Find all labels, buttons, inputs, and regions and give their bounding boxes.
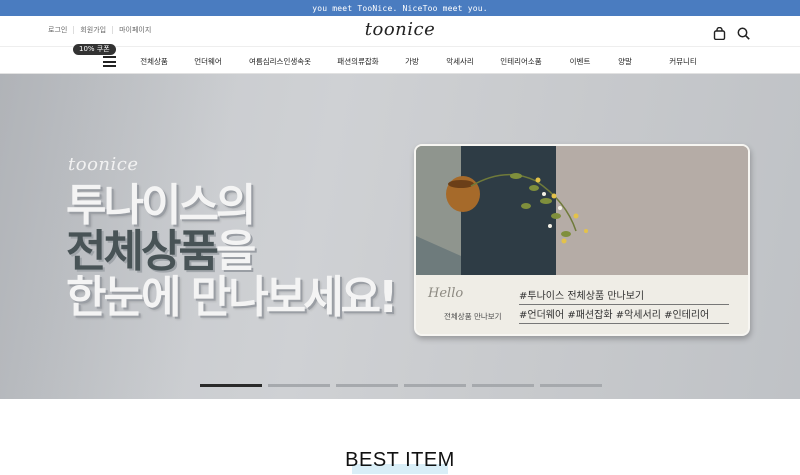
slide-pager	[200, 384, 602, 387]
announcement-text: you meet TooNice. NiceToo meet you.	[312, 3, 488, 13]
shopping-bag-icon[interactable]	[713, 25, 726, 41]
announcement-bar: you meet TooNice. NiceToo meet you.	[0, 0, 800, 16]
nav-item-event[interactable]: 이벤트	[570, 56, 591, 67]
hero-card[interactable]: Hello 전체상품 만나보기 #투나이스 전체상품 만나보기 #언더웨어 #패…	[414, 144, 750, 336]
nav-item-seamless[interactable]: 여름심리스인생속옷	[249, 56, 311, 67]
hero-headline-2: 전체상품을	[66, 226, 257, 277]
card-tag-2[interactable]: #언더웨어 #패션잡화 #악세서리 #인테리어	[519, 306, 729, 324]
main-nav: 10% 쿠폰 전체상품 언더웨어 여름심리스인생속옷 패션의류잡화 가방 악세사…	[0, 44, 800, 74]
nav-item-underwear[interactable]: 언더웨어	[194, 56, 222, 67]
slide-indicator-2[interactable]	[268, 384, 330, 387]
hero-headline-3: 한눈에 만나보세요!	[66, 272, 398, 323]
slide-indicator-5[interactable]	[472, 384, 534, 387]
card-tag-1[interactable]: #투나이스 전체상품 만나보기	[519, 287, 729, 305]
slide-indicator-6[interactable]	[540, 384, 602, 387]
hero-headline-2-dark: 전체상품	[66, 226, 219, 277]
site-header: 로그인 회원가입 마이페이지 toonice	[0, 16, 800, 46]
hero-headline-1: 투나이스의	[66, 180, 256, 231]
nav-item-all[interactable]: 전체상품	[140, 56, 168, 67]
header-icons	[713, 25, 750, 41]
search-icon[interactable]	[737, 25, 750, 40]
nav-item-socks[interactable]: 양말	[618, 56, 632, 67]
card-hello: Hello	[428, 286, 464, 301]
slide-indicator-3[interactable]	[336, 384, 398, 387]
hero-headline-2-light: 을	[215, 226, 257, 277]
section-title: BEST ITEM	[345, 449, 455, 471]
nav-item-interior[interactable]: 인테리어소품	[500, 56, 541, 67]
nav-item-fashion[interactable]: 패션의류잡화	[337, 56, 378, 67]
slide-indicator-1[interactable]	[200, 384, 262, 387]
hero-banner[interactable]: toonice 투나이스의 전체상품을 한눈에 만나보세요! Hello 전체상…	[0, 74, 800, 399]
plant-image	[416, 146, 748, 275]
nav-item-bags[interactable]: 가방	[405, 56, 419, 67]
site-logo[interactable]: toonice	[0, 19, 800, 40]
nav-item-accessories[interactable]: 악세사리	[446, 56, 474, 67]
hero-brand: toonice	[68, 154, 139, 175]
slide-indicator-4[interactable]	[404, 384, 466, 387]
card-subtitle: 전체상품 만나보기	[444, 312, 502, 321]
nav-item-community[interactable]: 커뮤니티	[669, 56, 697, 67]
